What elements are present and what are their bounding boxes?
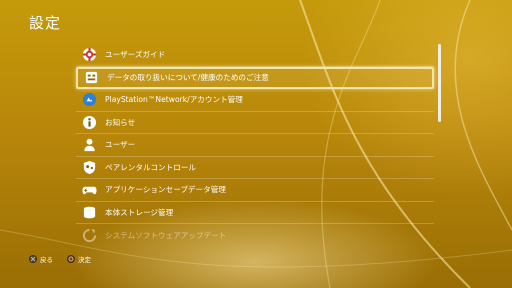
page-title: 設定 — [29, 14, 62, 32]
menu-item-storage[interactable]: 本体ストレージ管理 — [76, 202, 434, 224]
scrollbar[interactable] — [438, 44, 441, 122]
menu-item-user-guide[interactable]: ユーザーズガイド — [76, 44, 434, 67]
cross-button-icon — [29, 255, 37, 263]
menu-item-label: データの取り扱いについて/健康のためのご注意 — [107, 73, 269, 83]
back-label[interactable]: 戻る — [40, 254, 53, 264]
menu-item-label: お知らせ — [105, 117, 136, 127]
parental-control-icon — [81, 159, 97, 175]
menu-item-users[interactable]: ユーザー — [76, 134, 434, 157]
menu-item-label: PlayStation™Network/アカウント管理 — [105, 95, 243, 105]
menu-item-label: 本体ストレージ管理 — [105, 207, 174, 217]
menu-item-data-handling[interactable]: データの取り扱いについて/健康のためのご注意 — [76, 66, 434, 89]
settings-menu: ユーザーズガイド データの取り扱いについて/健康のためのご注意 PlayStat… — [76, 44, 434, 247]
menu-item-label: ペアレンタルコントロール — [105, 162, 196, 172]
storage-icon — [81, 204, 97, 220]
button-guide: 戻る 決定 — [29, 254, 91, 264]
menu-item-psn[interactable]: PlayStation™Network/アカウント管理 — [76, 89, 434, 112]
circle-button-icon — [67, 255, 75, 263]
system-update-icon — [81, 227, 97, 243]
gamepad-icon — [81, 182, 97, 198]
user-guide-icon — [81, 47, 97, 63]
menu-item-saved-data[interactable]: アプリケーションセーブデータ管理 — [76, 179, 434, 202]
menu-item-label: システムソフトウェアアップデート — [105, 230, 227, 240]
menu-item-label: ユーザーズガイド — [105, 50, 166, 60]
menu-item-parental-control[interactable]: ペアレンタルコントロール — [76, 157, 434, 179]
menu-item-label: アプリケーションセーブデータ管理 — [105, 185, 226, 195]
user-icon — [81, 137, 97, 153]
psn-icon — [81, 92, 97, 108]
menu-item-system-update[interactable]: システムソフトウェアアップデート — [76, 224, 434, 247]
confirm-label[interactable]: 決定 — [78, 254, 91, 264]
data-handling-icon — [83, 70, 99, 86]
menu-item-notifications[interactable]: お知らせ — [76, 112, 434, 134]
menu-item-label: ユーザー — [105, 140, 136, 150]
info-icon — [81, 114, 97, 130]
